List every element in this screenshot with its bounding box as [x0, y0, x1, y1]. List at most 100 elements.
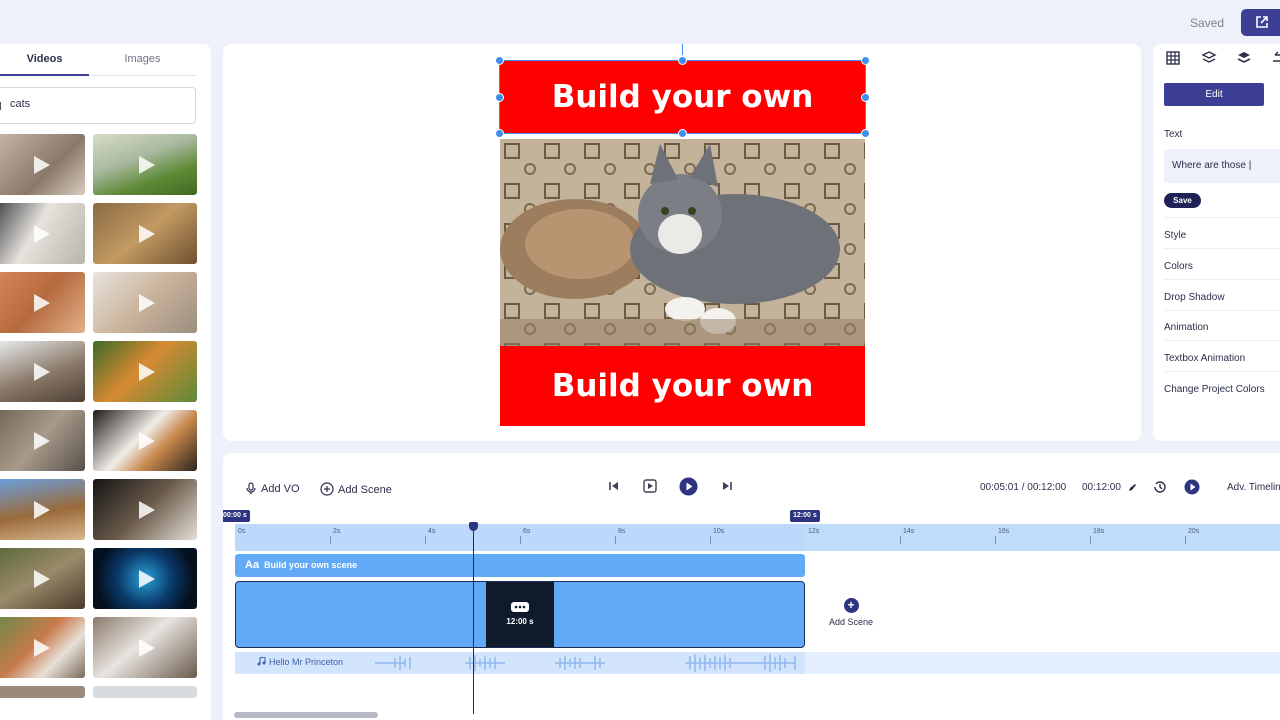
video-thumbnail[interactable]: [93, 617, 197, 678]
video-thumbnail[interactable]: [93, 203, 197, 264]
time-ruler[interactable]: 0s 2s 4s 6s 8s 10s 12s 14s 16s 18s 20s: [235, 524, 1280, 551]
skip-back-icon[interactable]: [608, 480, 620, 492]
video-thumbnail[interactable]: [0, 410, 85, 471]
edit-button[interactable]: Edit: [1164, 83, 1264, 106]
play-icon: [33, 638, 50, 657]
video-thumbnail[interactable]: [93, 272, 197, 333]
save-text-button[interactable]: Save: [1164, 193, 1201, 208]
video-thumbnail[interactable]: [0, 548, 85, 609]
selection-box: [499, 60, 866, 134]
add-scene-button[interactable]: Add Scene: [320, 482, 392, 496]
search-icon: [0, 102, 6, 110]
plus-icon: +: [843, 598, 859, 613]
divider: [1164, 310, 1280, 311]
section-style[interactable]: Style: [1164, 230, 1186, 241]
video-thumbnail[interactable]: [93, 548, 197, 609]
layers-icon[interactable]: [1201, 50, 1217, 66]
video-thumbnail[interactable]: [0, 272, 85, 333]
section-drop-shadow[interactable]: Drop Shadow: [1164, 292, 1225, 303]
add-vo-label: Add VO: [261, 483, 300, 495]
video-thumbnail[interactable]: [93, 479, 197, 540]
pencil-icon[interactable]: [1128, 483, 1137, 492]
export-button[interactable]: [1241, 9, 1280, 36]
playhead[interactable]: [473, 524, 474, 714]
tick-label: 6s: [523, 528, 531, 535]
layers-filled-icon[interactable]: [1236, 50, 1252, 66]
video-thumbnail[interactable]: [0, 134, 85, 195]
tick: [1185, 536, 1186, 544]
resize-handle[interactable]: [495, 93, 504, 102]
video-thumbnail[interactable]: [93, 410, 197, 471]
preview-scene-icon[interactable]: [642, 478, 658, 494]
tick-label: 12s: [808, 528, 820, 535]
tick-label: 16s: [998, 528, 1010, 535]
resize-handle[interactable]: [495, 129, 504, 138]
video-thumbnail[interactable]: [0, 479, 85, 540]
tab-divider: [89, 75, 196, 76]
search-input[interactable]: [10, 98, 180, 110]
play-icon: [139, 500, 155, 519]
divider: [1164, 371, 1280, 372]
playhead-handle[interactable]: [469, 522, 478, 531]
video-thumbnail[interactable]: [0, 203, 85, 264]
tick-label: 4s: [428, 528, 436, 535]
resize-handle[interactable]: [861, 93, 870, 102]
clip-duration: 12:00 s: [506, 617, 534, 626]
section-textbox-animation[interactable]: Textbox Animation: [1164, 353, 1245, 364]
play-icon: [33, 431, 50, 450]
tick-label: 2s: [333, 528, 341, 535]
start-marker: 00:00 s: [223, 510, 250, 522]
resize-handle[interactable]: [861, 129, 870, 138]
tick-label: 14s: [903, 528, 915, 535]
search-box[interactable]: [0, 87, 196, 124]
adv-timeline-toggle[interactable]: Adv. Timeline: [1227, 482, 1280, 493]
play-icon: [33, 362, 50, 381]
timeline-scrollbar[interactable]: [234, 712, 378, 718]
add-scene-track-button[interactable]: + Add Scene: [821, 598, 881, 627]
arrows-icon[interactable]: [1271, 50, 1280, 66]
skip-forward-icon[interactable]: [721, 480, 733, 492]
play-icon: [139, 638, 155, 657]
text-input[interactable]: Where are those |: [1164, 149, 1280, 183]
section-animation[interactable]: Animation: [1164, 322, 1208, 333]
tick-label: 8s: [618, 528, 626, 535]
resize-handle[interactable]: [678, 129, 687, 138]
tick: [710, 536, 711, 544]
save-status: Saved: [1190, 16, 1225, 30]
audio-track-label: Hello Mr Princeton: [257, 656, 343, 667]
duration-value[interactable]: 00:12:00: [1082, 482, 1121, 493]
chat-bubble-icon: [511, 602, 529, 612]
text-type-icon: Aa: [245, 559, 260, 571]
video-thumbnail[interactable]: [0, 341, 85, 402]
history-icon[interactable]: [1152, 479, 1168, 495]
grid-icon[interactable]: [1165, 50, 1181, 66]
add-vo-button[interactable]: Add VO: [245, 482, 300, 495]
play-circle-icon[interactable]: [1184, 479, 1200, 495]
audio-track[interactable]: Hello Mr Princeton: [235, 652, 1280, 674]
video-thumbnail[interactable]: [93, 341, 197, 402]
plus-circle-icon: [320, 482, 334, 496]
play-icon: [33, 224, 50, 243]
resize-handle[interactable]: [495, 56, 504, 65]
text-track[interactable]: Aa Build your own scene: [235, 554, 805, 577]
current-time: 00:05:01 / 00:12:00: [980, 482, 1067, 493]
video-thumbnail[interactable]: [93, 134, 197, 195]
tab-videos[interactable]: Videos: [0, 53, 89, 65]
resize-handle[interactable]: [678, 56, 687, 65]
tab-images[interactable]: Images: [89, 53, 196, 65]
scene-image[interactable]: [500, 139, 865, 346]
scene-clip[interactable]: 12:00 s: [486, 582, 554, 647]
section-change-project-colors[interactable]: Change Project Colors: [1164, 384, 1265, 395]
timeline-panel: Add VO Add Scene 00:05:01 / 00:12:00 00:…: [223, 453, 1280, 720]
video-thumbnail[interactable]: [93, 686, 197, 698]
video-thumbnail[interactable]: [0, 617, 85, 678]
tick-label: 10s: [713, 528, 725, 535]
bottom-caption[interactable]: Build your own scene: [500, 346, 865, 484]
video-thumbnail[interactable]: [0, 686, 85, 698]
play-button-icon[interactable]: [679, 477, 698, 496]
resize-handle[interactable]: [861, 56, 870, 65]
play-icon: [33, 293, 50, 312]
section-colors[interactable]: Colors: [1164, 261, 1193, 272]
cat-photo: [500, 139, 865, 346]
tick: [330, 536, 331, 544]
